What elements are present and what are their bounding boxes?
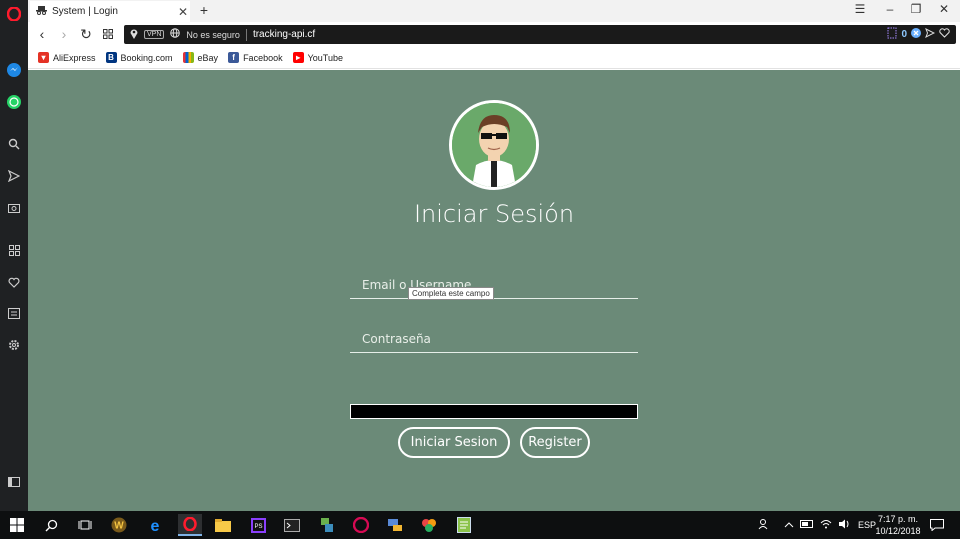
news-icon[interactable] [6, 305, 22, 321]
network-app-icon[interactable] [318, 516, 336, 534]
tab-active[interactable]: System | Login ✕ [30, 1, 190, 22]
creative-app-icon[interactable] [420, 516, 438, 534]
windows-taskbar: W e PS ESP 7:17 p. m. 10/12/2018 [0, 511, 960, 539]
opera-sidebar [0, 0, 28, 511]
search-icon[interactable] [6, 136, 22, 152]
file-explorer-icon[interactable] [214, 516, 232, 534]
booking-icon: B [105, 52, 117, 63]
notification-center-icon[interactable] [928, 516, 946, 534]
chevron-up-icon[interactable] [784, 519, 794, 531]
url-actions: 0 [887, 27, 950, 42]
clock-date: 10/12/2018 [875, 526, 921, 536]
adblock-count[interactable]: 0 [901, 29, 907, 40]
url-separator [245, 28, 247, 41]
bookmark-facebook[interactable]: f Facebook [228, 52, 283, 63]
password-field[interactable] [350, 326, 638, 352]
clock[interactable]: 7:17 p. m. 10/12/2018 [868, 513, 928, 537]
tab-strip: System | Login ✕ + ☰ – ❐ ✕ [28, 0, 960, 22]
remote-desktop-icon[interactable] [386, 516, 404, 534]
ebay-icon [182, 52, 194, 63]
security-status[interactable]: No es seguro [186, 30, 240, 40]
camera-icon[interactable] [6, 199, 22, 215]
globe-icon [170, 28, 181, 41]
bookmark-label: eBay [197, 52, 219, 63]
new-tab-button[interactable]: + [196, 2, 212, 18]
svg-text:e: e [151, 518, 160, 533]
user-avatar [449, 100, 539, 190]
bookmarks-bar: ▾ AliExpress B Booking.com eBay f Facebo… [28, 47, 960, 69]
bookmark-label: Facebook [243, 52, 283, 63]
clock-time: 7:17 p. m. [877, 514, 919, 524]
heart-icon[interactable] [6, 274, 22, 290]
phpstorm-icon[interactable]: PS [249, 516, 267, 534]
opera-taskbar-icon[interactable] [178, 514, 202, 536]
reload-button[interactable]: ↻ [78, 26, 94, 42]
bookmark-ebay[interactable]: eBay [182, 52, 219, 63]
svg-text:PS: PS [254, 524, 262, 530]
whatsapp-icon[interactable] [6, 94, 22, 110]
bookmark-youtube[interactable]: ▸ YouTube [292, 52, 343, 63]
validation-tooltip: Completa este campo [408, 287, 494, 300]
bookmark-label: Booking.com [120, 52, 173, 63]
send-icon[interactable] [6, 168, 22, 184]
adblock-icon[interactable] [911, 28, 921, 41]
facebook-icon: f [228, 52, 240, 63]
notepad-app-icon[interactable] [455, 516, 473, 534]
email-field[interactable] [350, 272, 638, 298]
login-button[interactable]: Iniciar Sesion [398, 427, 510, 458]
email-field-container [350, 272, 638, 299]
screen: System | Login ✕ + ☰ – ❐ ✕ ‹ › ↻ VPN No … [0, 0, 960, 539]
edge-browser-icon[interactable]: e [146, 516, 164, 534]
login-page: Iniciar Sesión Completa este campo Inici… [28, 70, 960, 511]
messenger-icon[interactable] [6, 62, 22, 78]
speed-dial-icon[interactable] [6, 242, 22, 258]
task-view-icon[interactable] [76, 516, 94, 534]
tab-title: System | Login [52, 6, 118, 17]
windows-start-icon[interactable] [8, 516, 26, 534]
bookmark-label: YouTube [307, 52, 343, 63]
register-button[interactable]: Register [520, 427, 590, 458]
address-row: ‹ › ↻ VPN No es seguro tracking-api.cf 0 [28, 22, 960, 47]
people-icon[interactable] [758, 518, 770, 533]
restore-button[interactable]: ❐ [906, 2, 926, 16]
wifi-icon[interactable] [820, 519, 832, 532]
captcha-box[interactable] [350, 404, 638, 419]
page-title: Iniciar Sesión [413, 200, 575, 228]
back-button[interactable]: ‹ [34, 26, 50, 42]
settings-gear-icon[interactable] [6, 337, 22, 353]
close-window-button[interactable]: ✕ [934, 2, 954, 16]
minimize-button[interactable]: – [880, 2, 900, 16]
password-field-container [350, 326, 638, 353]
tabs-grid-icon[interactable] [100, 26, 116, 42]
tab-close-icon[interactable]: ✕ [176, 5, 190, 19]
forward-button[interactable]: › [56, 26, 72, 42]
incognito-icon [36, 5, 47, 18]
bookmark-label: AliExpress [53, 52, 96, 63]
system-tray: ESP [758, 511, 876, 539]
share-icon[interactable] [925, 27, 936, 41]
address-bar[interactable]: VPN No es seguro tracking-api.cf 0 [124, 25, 956, 44]
tab-menu-icon[interactable]: ☰ [850, 2, 870, 16]
vpn-badge[interactable]: VPN [144, 30, 165, 39]
bookmark-aliexpress[interactable]: ▾ AliExpress [38, 52, 96, 63]
youtube-icon: ▸ [292, 52, 304, 63]
extension-icon[interactable] [887, 27, 897, 42]
url-text[interactable]: tracking-api.cf [253, 29, 315, 40]
terminal-icon[interactable] [283, 516, 301, 534]
sidebar-toggle-icon[interactable] [6, 474, 22, 490]
location-pin-icon[interactable] [130, 28, 138, 42]
bookmark-heart-icon[interactable] [939, 28, 950, 41]
search-icon[interactable] [42, 516, 60, 534]
debian-icon[interactable] [352, 516, 370, 534]
battery-icon[interactable] [800, 519, 814, 531]
opera-menu-icon[interactable] [6, 6, 22, 22]
volume-icon[interactable] [838, 519, 850, 532]
aliexpress-icon: ▾ [38, 52, 49, 63]
warcraft-app-icon[interactable]: W [110, 516, 128, 534]
bookmark-booking[interactable]: B Booking.com [105, 52, 173, 63]
svg-text:W: W [114, 521, 124, 532]
